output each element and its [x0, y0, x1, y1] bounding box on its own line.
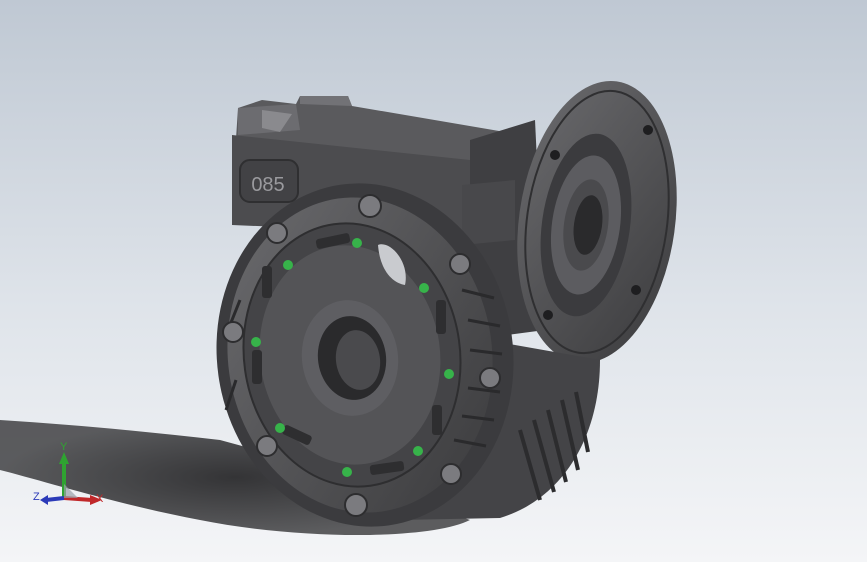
bolt-head [358, 194, 382, 218]
flange-hole [631, 285, 641, 295]
x-axis [63, 496, 93, 502]
z-axis-label: Z [33, 491, 40, 503]
bolt-head [479, 367, 501, 389]
bolt-head [440, 463, 462, 485]
z-arrow-icon [40, 495, 48, 505]
marker-dot [413, 446, 423, 456]
bolt-head [266, 222, 288, 244]
gearbox-model[interactable]: 085 [0, 0, 867, 562]
x-axis-label: X [96, 493, 104, 505]
flange-hole [550, 150, 560, 160]
bolt-head [449, 253, 471, 275]
marker-dot [352, 238, 362, 248]
triad-plane [64, 484, 78, 498]
y-axis-label: Y [60, 441, 68, 453]
marker-dot [251, 337, 261, 347]
bolt-head [344, 493, 368, 517]
bolt-head [222, 321, 244, 343]
graphics-viewport[interactable]: 085 X Y Z [0, 0, 867, 562]
marker-dot [342, 467, 352, 477]
flange-hole [643, 125, 653, 135]
flange-hole [543, 310, 553, 320]
orientation-triad[interactable]: X Y Z [30, 440, 110, 512]
z-axis [45, 496, 65, 502]
housing-size-label: 085 [251, 174, 284, 196]
marker-dot [419, 283, 429, 293]
marker-dot [275, 423, 285, 433]
y-arrow-icon [59, 452, 69, 464]
marker-dot [444, 369, 454, 379]
bolt-head [256, 435, 278, 457]
marker-dot [283, 260, 293, 270]
